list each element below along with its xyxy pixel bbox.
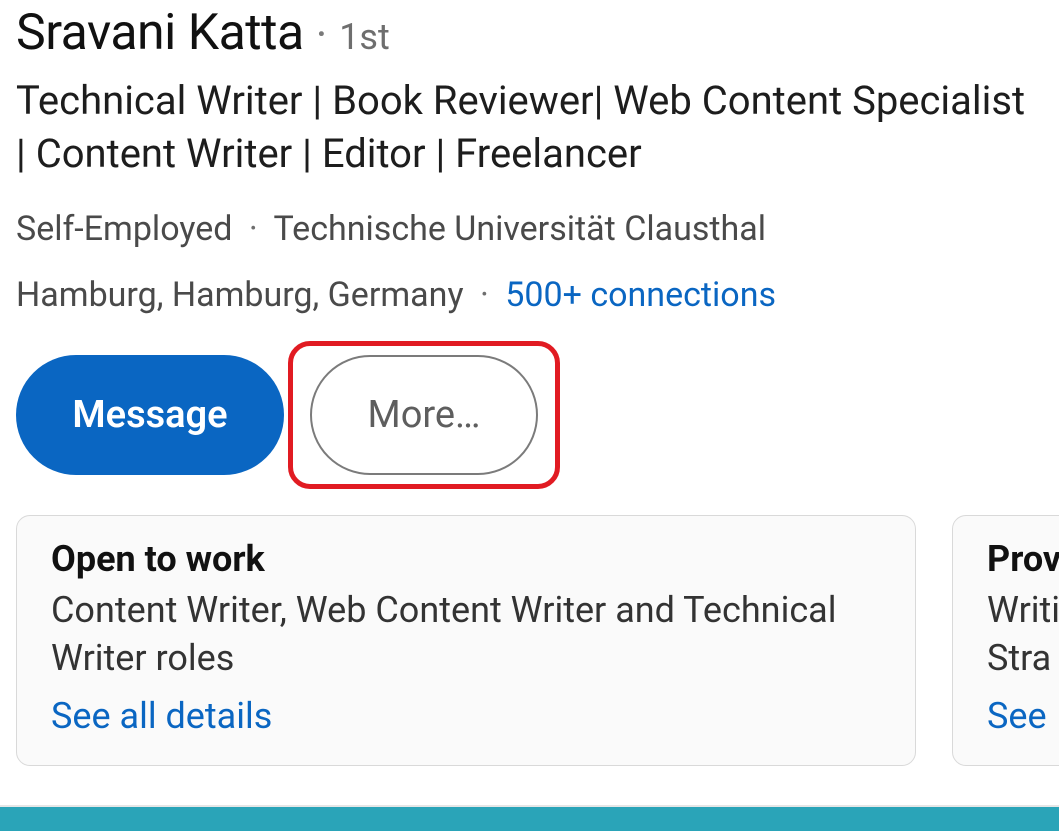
see-all-details-link[interactable]: See all details (51, 695, 881, 737)
current-company[interactable]: Self-Employed (16, 209, 232, 249)
see-all-details-link[interactable]: See (987, 695, 1059, 737)
open-to-work-card[interactable]: Open to work Content Writer, Web Content… (16, 515, 916, 766)
card-title: Prov (987, 538, 1059, 580)
action-buttons-row: Message More… (16, 355, 1043, 475)
page-divider-strip (0, 805, 1059, 831)
company-education-row: Self-Employed · Technische Universität C… (16, 207, 1043, 251)
message-button[interactable]: Message (16, 355, 284, 475)
more-button-wrap: More… (310, 355, 538, 475)
providing-services-card[interactable]: Prov Writi Stra See (952, 515, 1059, 766)
profile-location: Hamburg, Hamburg, Germany (16, 275, 464, 315)
name-row: Sravani Katta · 1st (16, 6, 1043, 61)
profile-headline: Technical Writer | Book Reviewer| Web Co… (16, 75, 1043, 181)
more-button[interactable]: More… (310, 355, 538, 475)
profile-name[interactable]: Sravani Katta (16, 6, 304, 61)
separator-dot: · (480, 275, 489, 315)
card-body: Content Writer, Web Content Writer and T… (51, 586, 881, 683)
separator-dot: · (249, 209, 258, 249)
connection-degree: 1st (339, 16, 390, 58)
open-to-cards: Open to work Content Writer, Web Content… (0, 515, 1059, 766)
card-title: Open to work (51, 538, 881, 580)
card-body: Writi Stra (987, 586, 1059, 683)
profile-header: Sravani Katta · 1st Technical Writer | B… (0, 6, 1059, 475)
location-connections-row: Hamburg, Hamburg, Germany · 500+ connect… (16, 275, 1043, 315)
education[interactable]: Technische Universität Clausthal (274, 209, 766, 249)
degree-separator-dot: · (316, 12, 328, 56)
connections-link[interactable]: 500+ connections (505, 275, 776, 315)
